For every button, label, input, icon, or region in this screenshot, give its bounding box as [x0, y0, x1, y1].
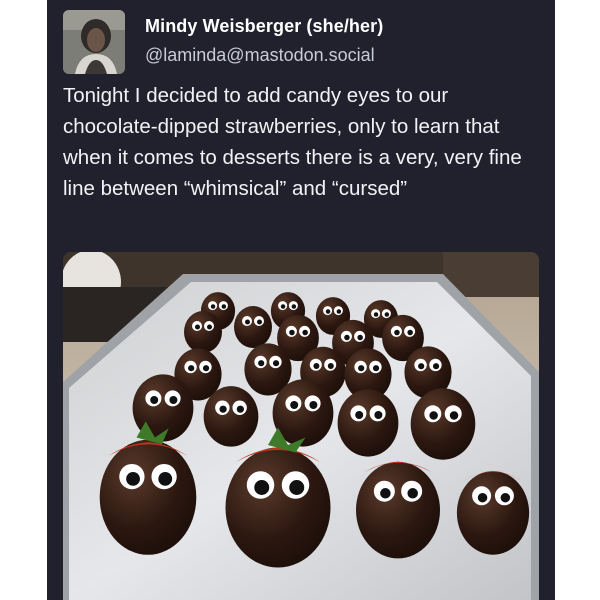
post-card: Mindy Weisberger (she/her) @laminda@mast… [47, 0, 555, 600]
avatar-photo-icon [63, 10, 125, 74]
strawberries-photo-icon [63, 252, 539, 600]
avatar[interactable] [63, 10, 125, 74]
author-handle[interactable]: @laminda@mastodon.social [145, 45, 375, 66]
author-name[interactable]: Mindy Weisberger (she/her) [145, 16, 383, 37]
post-text: Tonight I decided to add candy eyes to o… [63, 84, 522, 200]
post-image[interactable] [63, 252, 539, 600]
